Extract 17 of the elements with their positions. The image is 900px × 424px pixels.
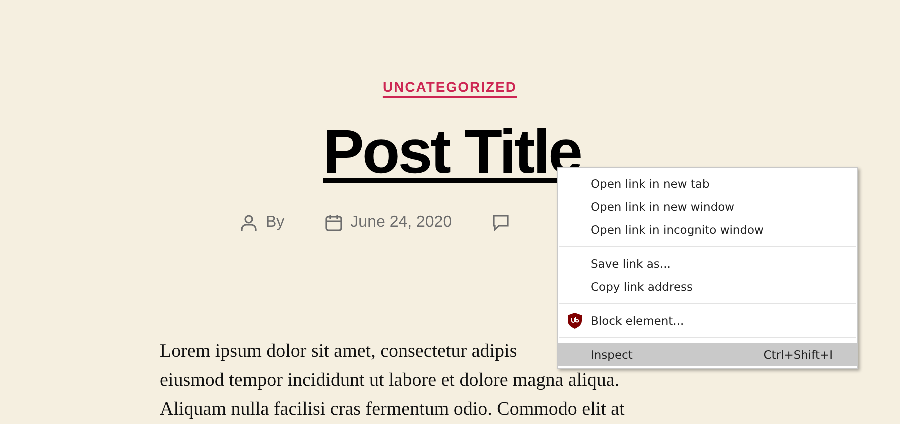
shield-icon xyxy=(568,312,582,328)
post-date: June 24, 2020 xyxy=(350,214,452,232)
paragraph-line: Aliquam nulla facilisi cras fermentum odio. Commodo elit at xyxy=(160,398,625,422)
comment-icon xyxy=(492,214,510,232)
menu-item[interactable]: Block element... xyxy=(558,309,857,332)
person-icon xyxy=(240,214,258,232)
menu-item[interactable]: Open link in new window xyxy=(558,195,857,218)
menu-item[interactable]: Open link in incognito window xyxy=(558,218,857,241)
author-label: By xyxy=(266,214,285,232)
menu-item[interactable]: Save link as... xyxy=(558,252,857,275)
calendar-icon xyxy=(324,214,343,232)
menu-item[interactable]: Inspect Ctrl+Shift+I xyxy=(558,343,857,366)
shortcut-label: Ctrl+Shift+I xyxy=(764,348,833,362)
category-link[interactable]: UNCATEGORIZED xyxy=(382,79,518,95)
paragraph-line: Lorem ipsum dolor sit amet, consectetur adipis xyxy=(160,340,518,364)
menu-item[interactable]: Copy link address xyxy=(558,275,857,298)
paragraph-line: eiusmod tempor incididunt ut labore et dolore magna aliqua. xyxy=(160,369,620,393)
